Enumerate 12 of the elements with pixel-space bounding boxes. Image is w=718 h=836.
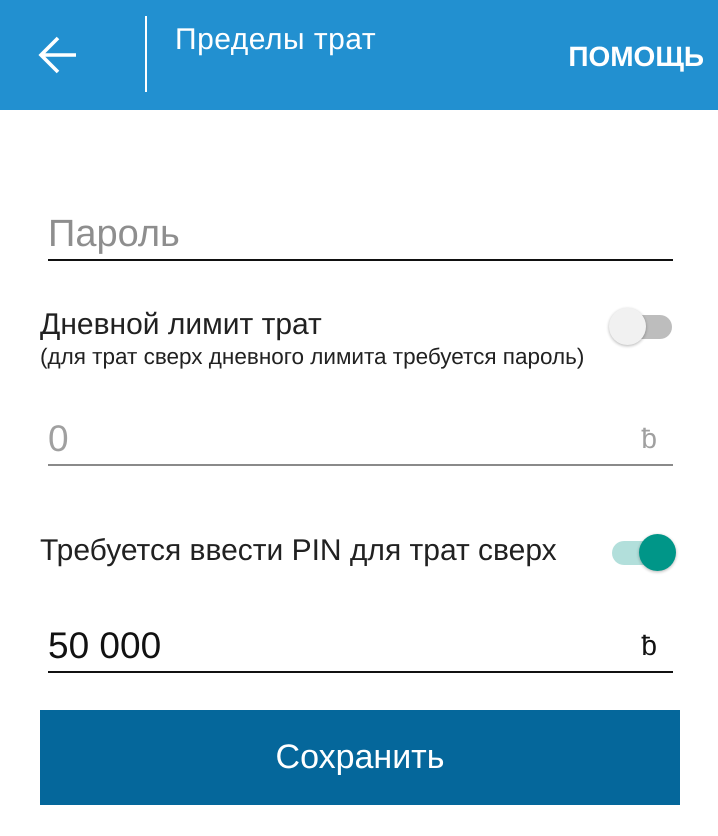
setting-hint: (для трат сверх дневного лимита требуется пароль) [40,343,584,371]
password-field[interactable]: Пароль [48,213,673,261]
help-button[interactable]: ПОМОЩЬ [568,37,704,77]
setting-label: Дневной лимит трат [40,307,323,343]
currency-symbol: ƀ [641,422,658,456]
left-arrow-icon [38,36,78,74]
currency-symbol: ƀ [641,629,658,663]
back-button[interactable] [38,36,78,74]
setting-label: Требуется ввести PIN для трат сверх [40,533,557,569]
screen-title: Пределы трат [175,22,376,58]
amount-field[interactable]: 50 000 ƀ [48,625,673,673]
save-button[interactable]: Сохранить [40,710,680,805]
